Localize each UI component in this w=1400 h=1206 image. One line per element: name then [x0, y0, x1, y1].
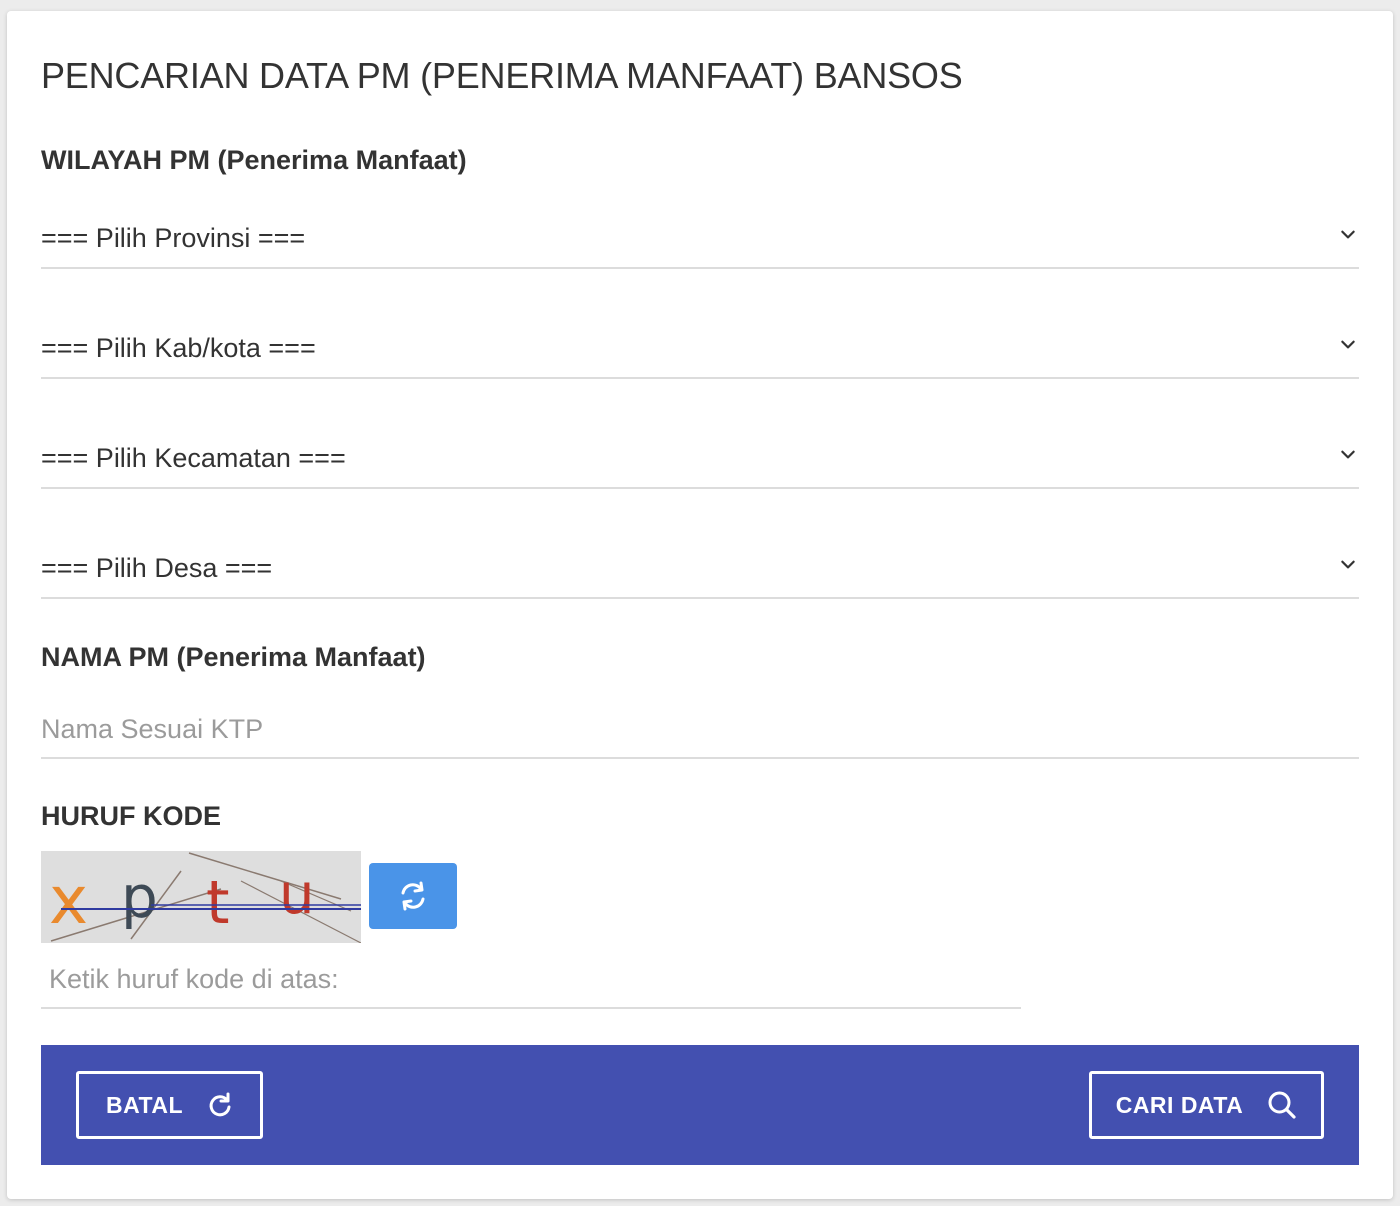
captcha-char-1: x: [49, 862, 88, 939]
reload-icon: [209, 1092, 231, 1117]
captcha-image: x p t u: [41, 851, 361, 943]
search-icon: [1268, 1091, 1296, 1119]
wilayah-label: WILAYAH PM (Penerima Manfaat): [41, 145, 467, 175]
chevron-down-icon: [1341, 450, 1355, 459]
search-button[interactable]: CARI DATA: [1089, 1071, 1324, 1139]
page-title: PENCARIAN DATA PM (PENERIMA MANFAAT) BAN…: [41, 55, 963, 96]
desa-select-value: === Pilih Desa ===: [41, 553, 273, 583]
chevron-down-icon: [1341, 230, 1355, 239]
kode-label: HURUF KODE: [41, 801, 221, 831]
nama-label: NAMA PM (Penerima Manfaat): [41, 642, 426, 672]
chevron-down-icon: [1341, 340, 1355, 349]
captcha-input[interactable]: [41, 951, 1021, 1009]
captcha-char-2: p: [121, 863, 158, 931]
captcha-char-4: u: [279, 862, 315, 927]
cancel-button-label: BATAL: [105, 1091, 183, 1118]
chevron-down-icon: [1341, 560, 1355, 569]
provinsi-select[interactable]: === Pilih Provinsi ===: [41, 219, 1359, 269]
desa-select[interactable]: === Pilih Desa ===: [41, 549, 1359, 599]
kecamatan-select-value: === Pilih Kecamatan ===: [41, 443, 346, 473]
cancel-button[interactable]: BATAL: [76, 1071, 263, 1139]
action-bar: BATAL CARI DATA: [41, 1045, 1359, 1165]
kabkota-select[interactable]: === Pilih Kab/kota ===: [41, 329, 1359, 379]
kecamatan-select[interactable]: === Pilih Kecamatan ===: [41, 439, 1359, 489]
refresh-captcha-button[interactable]: [369, 863, 457, 929]
search-button-label: CARI DATA: [1115, 1091, 1244, 1118]
captcha-graphic: x p t u: [41, 851, 361, 943]
captcha-char-3: t: [206, 868, 230, 938]
refresh-icon: [401, 881, 425, 911]
nama-input[interactable]: [41, 701, 1359, 759]
search-form-card: PENCARIAN DATA PM (PENERIMA MANFAAT) BAN…: [7, 11, 1393, 1199]
kabkota-select-value: === Pilih Kab/kota ===: [41, 333, 316, 363]
provinsi-select-value: === Pilih Provinsi ===: [41, 223, 306, 253]
